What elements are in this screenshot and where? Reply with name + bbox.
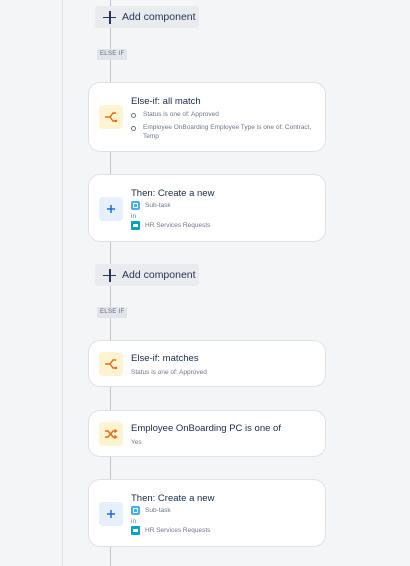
- condition-rule-text: Status is one of: Approved: [143, 111, 219, 118]
- add-component-button[interactable]: Add component: [95, 6, 199, 28]
- left-panel-divider: [62, 0, 63, 566]
- condition-rule-text: Yes: [131, 439, 142, 446]
- condition-title: Else-if: all match: [131, 96, 201, 107]
- bullet-icon: [131, 126, 136, 131]
- in-label: in: [131, 518, 137, 525]
- condition-rule-text: Employee OnBoarding Employee Type is one…: [143, 124, 312, 140]
- add-component-label: Add component: [122, 269, 196, 281]
- project-row: HR Services Requests: [131, 221, 210, 230]
- issue-type-row: Sub-task: [131, 506, 171, 515]
- create-issue-action-card[interactable]: Then: Create a new Sub-task in HR Servic…: [88, 479, 326, 547]
- issue-type-row: Sub-task: [131, 201, 171, 210]
- project-icon: [131, 526, 140, 535]
- plus-icon: [103, 10, 116, 24]
- subtask-icon: [131, 506, 140, 515]
- action-title: Then: Create a new: [131, 493, 215, 504]
- plus-action-icon: [99, 197, 123, 221]
- action-title: Then: Create a new: [131, 188, 215, 199]
- plus-action-icon: [99, 502, 123, 526]
- shuffle-condition-icon: [99, 422, 123, 446]
- else-if-tag: ELSE IF: [97, 49, 128, 60]
- plus-icon: [103, 268, 116, 282]
- condition-title: Else-if: matches: [131, 353, 199, 364]
- add-component-label: Add component: [122, 11, 196, 23]
- condition-rule-text: Status is one of: Approved: [131, 369, 207, 376]
- project-label: HR Services Requests: [145, 222, 211, 229]
- project-label: HR Services Requests: [145, 527, 211, 534]
- bullet-icon: [131, 113, 136, 118]
- field-condition-card[interactable]: Employee OnBoarding PC is one of Yes: [88, 410, 326, 457]
- else-if-tag: ELSE IF: [97, 307, 128, 318]
- project-row: HR Services Requests: [131, 526, 210, 535]
- create-issue-action-card[interactable]: Then: Create a new Sub-task in HR Servic…: [88, 174, 326, 242]
- branch-condition-icon: [99, 105, 123, 129]
- else-if-condition-card[interactable]: Else-if: matches Status is one of: Appro…: [88, 340, 326, 387]
- branch-condition-icon: [99, 352, 123, 376]
- subtask-icon: [131, 201, 140, 210]
- issue-type-label: Sub-task: [145, 507, 171, 514]
- project-icon: [131, 221, 140, 230]
- issue-type-label: Sub-task: [145, 202, 171, 209]
- add-component-button[interactable]: Add component: [95, 264, 199, 286]
- left-panel: [0, 0, 62, 566]
- condition-title: Employee OnBoarding PC is one of: [131, 423, 281, 434]
- in-label: in: [131, 213, 137, 220]
- else-if-condition-card[interactable]: Else-if: all match Status is one of: App…: [88, 82, 326, 152]
